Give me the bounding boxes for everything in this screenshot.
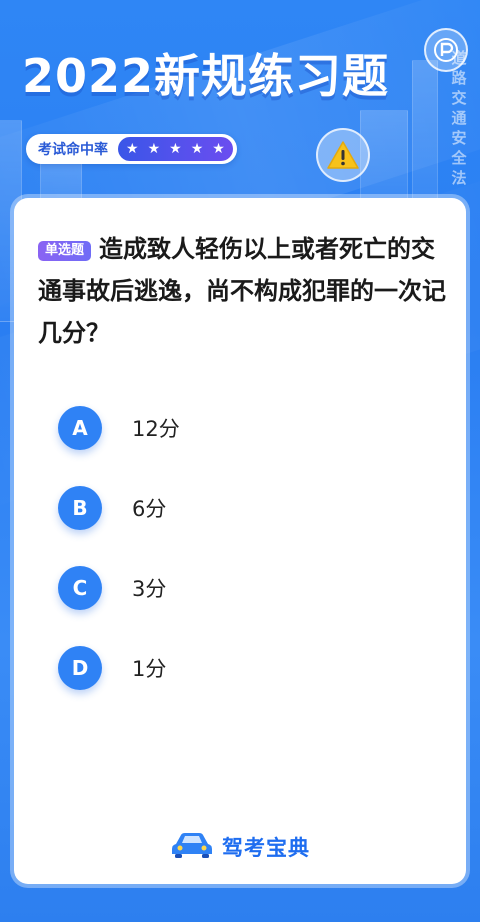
- warning-icon: [316, 128, 370, 182]
- star-icon: ★: [190, 141, 204, 157]
- option-d[interactable]: D 1分: [58, 628, 180, 708]
- option-c[interactable]: C 3分: [58, 548, 180, 628]
- star-icon: ★: [169, 141, 182, 157]
- option-a[interactable]: A 12分: [58, 388, 180, 468]
- star-rating: ★ ★ ★ ★ ★: [118, 137, 233, 161]
- option-letter: C: [58, 566, 102, 610]
- option-text: 3分: [132, 577, 167, 601]
- option-text: 1分: [132, 657, 167, 681]
- question-text-block: 单选题 造成致人轻伤以上或者死亡的交通事故后逃逸，尚不构成犯罪的一次记几分？: [38, 228, 454, 354]
- page-title: 2022新规练习题: [22, 49, 390, 103]
- option-letter: B: [58, 486, 102, 530]
- question-type-badge: 单选题: [38, 241, 92, 261]
- brand-badge-icon: [424, 28, 468, 72]
- option-text: 6分: [132, 497, 167, 521]
- footer-brand: 驾考宝典: [14, 830, 466, 864]
- option-b[interactable]: B 6分: [58, 468, 180, 548]
- option-text: 12分: [132, 417, 180, 441]
- option-letter: D: [58, 646, 102, 690]
- star-icon: ★: [212, 141, 225, 157]
- star-icon: ★: [126, 141, 139, 157]
- car-icon: [170, 830, 214, 864]
- question-text: 造成致人轻伤以上或者死亡的交通事故后逃逸，尚不构成犯罪的一次记几分？: [38, 235, 446, 347]
- options-list: A 12分 B 6分 C 3分 D 1分: [58, 388, 180, 708]
- question-card: 单选题 造成致人轻伤以上或者死亡的交通事故后逃逸，尚不构成犯罪的一次记几分？ A …: [14, 198, 466, 884]
- hit-rate-badge: 考试命中率 ★ ★ ★ ★ ★: [26, 134, 237, 164]
- option-letter: A: [58, 406, 102, 450]
- brand-name: 驾考宝典: [222, 836, 310, 860]
- star-icon: ★: [147, 141, 161, 157]
- hit-rate-label: 考试命中率: [38, 142, 108, 158]
